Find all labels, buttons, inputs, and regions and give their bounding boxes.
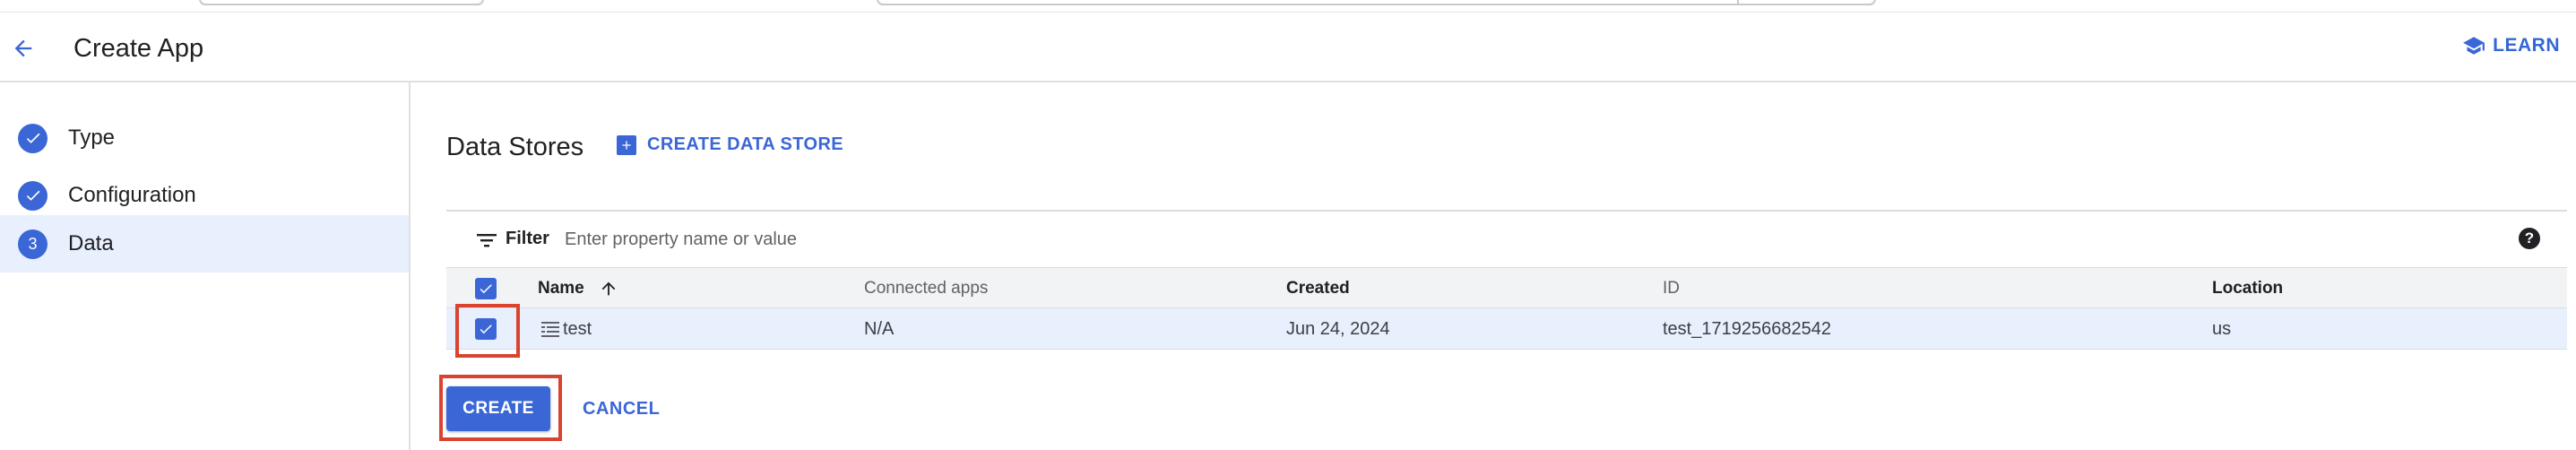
filter-bar: Filter ? xyxy=(446,212,2567,267)
school-icon xyxy=(2463,37,2485,55)
column-header-name[interactable]: Name xyxy=(538,268,618,309)
create-data-store-button[interactable]: CREATE DATA STORE xyxy=(617,134,843,155)
learn-label: LEARN xyxy=(2493,35,2560,56)
add-box-icon xyxy=(617,134,636,155)
arrow-up-icon xyxy=(601,281,616,296)
column-header-id: ID xyxy=(1663,279,1680,298)
column-header-label: Name xyxy=(538,279,584,298)
page-header: Create App LEARN xyxy=(0,13,2576,82)
stepper-sidebar: Type Configuration 3 Data xyxy=(0,82,411,450)
cancel-button[interactable]: CANCEL xyxy=(574,386,669,431)
learn-button[interactable]: LEARN xyxy=(2462,34,2560,57)
address-separator xyxy=(1737,0,1739,5)
filter-icon xyxy=(477,234,497,247)
table-header: Name Connected apps Created ID Location xyxy=(446,267,2567,308)
section-title: Data Stores xyxy=(446,133,584,161)
check-icon xyxy=(18,180,48,211)
table-row[interactable]: test N/A Jun 24, 2024 test_1719256682542… xyxy=(446,308,2567,350)
filter-label: Filter xyxy=(506,229,549,248)
column-header-location[interactable]: Location xyxy=(2212,268,2283,309)
step-number: 3 xyxy=(18,229,48,259)
row-id: test_1719256682542 xyxy=(1663,318,1831,339)
data-store-table: Filter ? Name Connected apps Created ID … xyxy=(446,210,2567,353)
back-button[interactable] xyxy=(7,32,39,65)
highlight-box-checkbox xyxy=(455,304,520,358)
browser-address-bar[interactable] xyxy=(877,0,1876,5)
row-location: us xyxy=(2212,318,2232,339)
step-data[interactable]: 3 Data xyxy=(0,215,409,273)
check-icon xyxy=(18,123,48,153)
step-label: Type xyxy=(68,125,116,150)
column-header-connected-apps: Connected apps xyxy=(864,279,989,298)
data-store-icon xyxy=(541,322,559,337)
step-label: Configuration xyxy=(68,183,196,207)
create-button[interactable]: CREATE xyxy=(446,386,550,431)
row-connected-apps: N/A xyxy=(864,318,895,339)
page-title: Create App xyxy=(73,34,204,63)
create-data-store-label: CREATE DATA STORE xyxy=(647,134,844,154)
select-all-checkbox[interactable] xyxy=(475,278,497,299)
arrow-back-icon xyxy=(14,39,32,57)
column-header-created[interactable]: Created xyxy=(1286,268,1350,309)
row-name[interactable]: test xyxy=(563,319,592,340)
filter-input[interactable] xyxy=(565,222,1640,256)
main-content: Data Stores CREATE DATA STORE Filter ? N… xyxy=(412,82,2576,450)
row-created: Jun 24, 2024 xyxy=(1286,318,1390,339)
browser-tab-pill[interactable] xyxy=(199,0,484,5)
step-label: Data xyxy=(68,231,114,255)
browser-top-strip xyxy=(0,0,2576,13)
step-type[interactable]: Type xyxy=(0,109,409,167)
check-icon xyxy=(480,284,492,294)
row-name-cell: test xyxy=(540,308,592,350)
help-icon[interactable]: ? xyxy=(2519,228,2540,249)
